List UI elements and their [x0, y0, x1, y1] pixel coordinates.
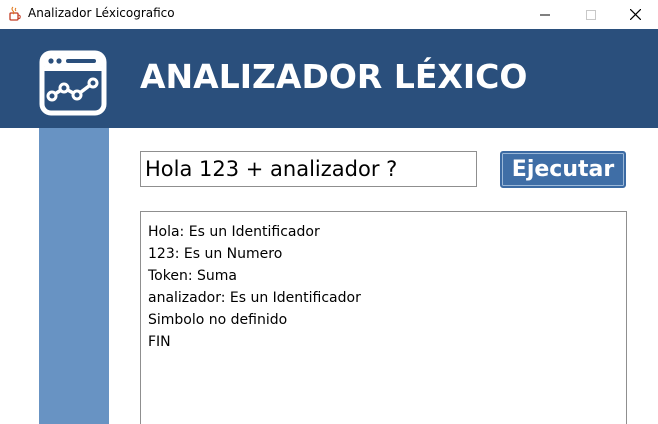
minimize-icon	[540, 5, 550, 24]
output-line: 123: Es un Numero	[148, 246, 283, 262]
output-line: Token: Suma	[148, 268, 237, 284]
output-line: Simbolo no definido	[148, 312, 288, 328]
maximize-button[interactable]	[568, 0, 614, 29]
page-title: ANALIZADOR LÉXICO	[140, 57, 528, 96]
close-icon	[629, 5, 641, 24]
window-title: Analizador Léxicografico	[28, 6, 175, 20]
expression-input[interactable]: Hola 123 + analizador ?	[140, 151, 477, 187]
output-line: analizador: Es un Identificador	[148, 290, 361, 306]
java-cup-icon	[7, 6, 23, 22]
minimize-button[interactable]	[522, 0, 568, 29]
side-strip	[39, 128, 109, 424]
output-line: FIN	[148, 334, 171, 350]
header-banner: ANALIZADOR LÉXICO	[0, 29, 658, 128]
output-textarea[interactable]: Hola: Es un Identificador 123: Es un Num…	[140, 211, 627, 424]
window-titlebar: Analizador Léxicografico	[0, 0, 658, 29]
output-line: Hola: Es un Identificador	[148, 224, 320, 240]
close-button[interactable]	[612, 0, 658, 29]
execute-button-label: Ejecutar	[511, 157, 615, 182]
execute-button[interactable]: Ejecutar	[500, 151, 626, 188]
browser-chart-icon	[39, 50, 107, 116]
maximize-icon	[586, 5, 596, 24]
